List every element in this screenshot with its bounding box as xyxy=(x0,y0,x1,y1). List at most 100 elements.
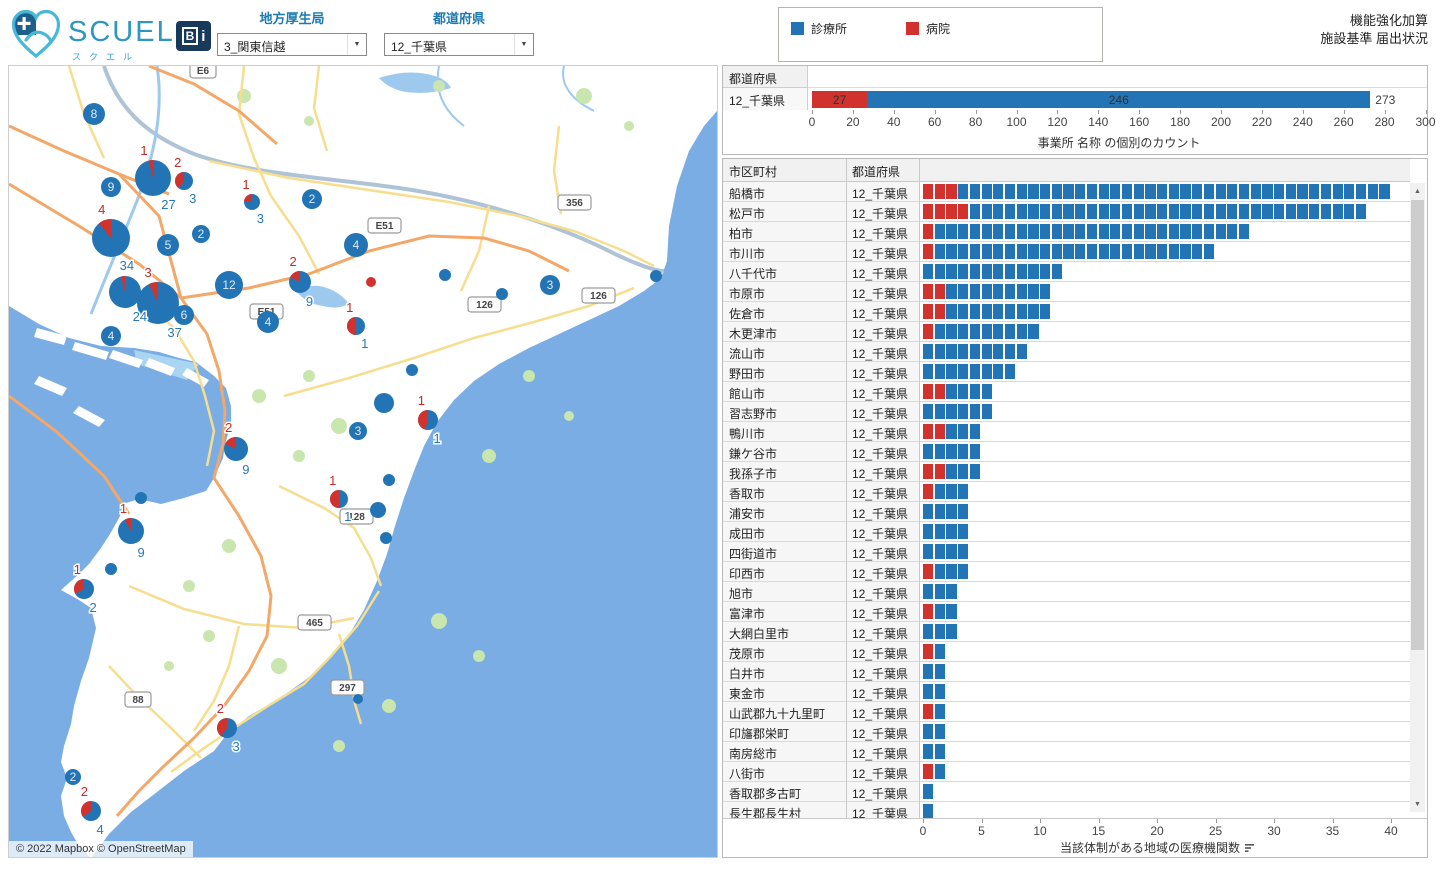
clinic-unit-bar[interactable] xyxy=(1309,184,1319,199)
municipality-name[interactable]: 八街市 xyxy=(723,762,846,781)
clinic-unit-bar[interactable] xyxy=(946,484,956,499)
clinic-unit-bar[interactable] xyxy=(935,724,945,739)
clinic-unit-bar[interactable] xyxy=(946,524,956,539)
clinic-bar-segment[interactable]: 246 xyxy=(867,91,1370,108)
clinic-unit-bar[interactable] xyxy=(970,424,980,439)
clinic-unit-bar[interactable] xyxy=(1251,204,1261,219)
clinic-unit-bar[interactable] xyxy=(923,364,933,379)
clinic-unit-bar[interactable] xyxy=(970,184,980,199)
clinic-unit-bar[interactable] xyxy=(1321,204,1331,219)
map-marker-pie[interactable] xyxy=(92,219,130,257)
clinic-unit-bar[interactable] xyxy=(923,524,933,539)
prefecture-name[interactable]: 12_千葉県 xyxy=(846,282,919,301)
table-row[interactable]: 船橋市12_千葉県 xyxy=(723,182,1410,202)
map-marker-pie[interactable] xyxy=(418,410,438,430)
clinic-unit-bar[interactable] xyxy=(1110,184,1120,199)
clinic-unit-bar[interactable] xyxy=(946,244,956,259)
clinic-unit-bar[interactable] xyxy=(958,184,968,199)
clinic-unit-bar[interactable] xyxy=(1063,224,1073,239)
clinic-unit-bar[interactable] xyxy=(1028,224,1038,239)
clinic-unit-bar[interactable] xyxy=(1040,304,1050,319)
prefecture-name[interactable]: 12_千葉県 xyxy=(846,762,919,781)
map-marker-pie[interactable] xyxy=(74,579,94,599)
clinic-unit-bar[interactable] xyxy=(958,244,968,259)
clinic-unit-bar[interactable] xyxy=(1216,184,1226,199)
clinic-unit-bar[interactable] xyxy=(1005,204,1015,219)
table-row[interactable]: 館山市12_千葉県 xyxy=(723,382,1410,402)
clinic-unit-bar[interactable] xyxy=(970,404,980,419)
clinic-unit-bar[interactable] xyxy=(1216,224,1226,239)
municipality-name[interactable]: 香取郡多古町 xyxy=(723,782,846,801)
clinic-unit-bar[interactable] xyxy=(935,364,945,379)
table-row[interactable]: 木更津市12_千葉県 xyxy=(723,322,1410,342)
clinic-unit-bar[interactable] xyxy=(935,624,945,639)
clinic-unit-bar[interactable] xyxy=(935,504,945,519)
clinic-unit-bar[interactable] xyxy=(1110,224,1120,239)
table-row[interactable]: 富津市12_千葉県 xyxy=(723,602,1410,622)
clinic-unit-bar[interactable] xyxy=(970,244,980,259)
clinic-unit-bar[interactable] xyxy=(1005,364,1015,379)
clinic-unit-bar[interactable] xyxy=(982,224,992,239)
clinic-unit-bar[interactable] xyxy=(993,224,1003,239)
clinic-unit-bar[interactable] xyxy=(982,364,992,379)
municipality-name[interactable]: 富津市 xyxy=(723,602,846,621)
map-marker-pie[interactable] xyxy=(217,718,237,738)
clinic-unit-bar[interactable] xyxy=(1297,184,1307,199)
table-row[interactable]: 茂原市12_千葉県 xyxy=(723,642,1410,662)
prefecture-name[interactable]: 12_千葉県 xyxy=(846,602,919,621)
prefecture-name[interactable]: 12_千葉県 xyxy=(846,682,919,701)
clinic-unit-bar[interactable] xyxy=(982,264,992,279)
hospital-unit-bar[interactable] xyxy=(935,384,945,399)
clinic-unit-bar[interactable] xyxy=(1192,224,1202,239)
municipality-name[interactable]: 館山市 xyxy=(723,382,846,401)
clinic-unit-bar[interactable] xyxy=(935,224,945,239)
prefecture-name[interactable]: 12_千葉県 xyxy=(846,202,919,221)
clinic-unit-bar[interactable] xyxy=(958,304,968,319)
clinic-unit-bar[interactable] xyxy=(1122,224,1132,239)
clinic-unit-bar[interactable] xyxy=(958,224,968,239)
clinic-unit-bar[interactable] xyxy=(1017,244,1027,259)
table-row[interactable]: 南房総市12_千葉県 xyxy=(723,742,1410,762)
clinic-unit-bar[interactable] xyxy=(970,324,980,339)
clinic-unit-bar[interactable] xyxy=(923,664,933,679)
clinic-unit-bar[interactable] xyxy=(935,604,945,619)
map-marker-pie[interactable] xyxy=(135,160,171,196)
map-marker-pie[interactable]: 12 xyxy=(215,271,243,299)
clinic-unit-bar[interactable] xyxy=(1052,184,1062,199)
clinic-unit-bar[interactable] xyxy=(982,404,992,419)
clinic-unit-bar[interactable] xyxy=(1169,204,1179,219)
clinic-unit-bar[interactable] xyxy=(1344,184,1354,199)
map-marker-pie[interactable] xyxy=(109,276,141,308)
clinic-unit-bar[interactable] xyxy=(1005,244,1015,259)
clinic-unit-bar[interactable] xyxy=(1204,244,1214,259)
map-marker-pie[interactable] xyxy=(330,490,348,508)
prefecture-name[interactable]: 12_千葉県 xyxy=(846,542,919,561)
clinic-unit-bar[interactable] xyxy=(1204,204,1214,219)
municipality-name[interactable]: 旭市 xyxy=(723,582,846,601)
clinic-unit-bar[interactable] xyxy=(1110,204,1120,219)
scroll-down-button[interactable]: ▼ xyxy=(1410,796,1425,812)
clinic-unit-bar[interactable] xyxy=(1028,324,1038,339)
clinic-unit-bar[interactable] xyxy=(1180,204,1190,219)
clinic-unit-bar[interactable] xyxy=(946,544,956,559)
clinic-unit-bar[interactable] xyxy=(1017,324,1027,339)
map-marker-pie[interactable]: 2 xyxy=(65,769,81,785)
clinic-unit-bar[interactable] xyxy=(958,444,968,459)
clinic-unit-bar[interactable] xyxy=(935,444,945,459)
municipality-name[interactable]: 成田市 xyxy=(723,522,846,541)
table-row[interactable]: 市川市12_千葉県 xyxy=(723,242,1410,262)
hospital-bar-segment[interactable]: 27 xyxy=(812,91,867,108)
clinic-unit-bar[interactable] xyxy=(1239,204,1249,219)
clinic-unit-bar[interactable] xyxy=(935,664,945,679)
map-marker-pie[interactable] xyxy=(374,393,394,413)
clinic-unit-bar[interactable] xyxy=(935,564,945,579)
map-marker-pie[interactable] xyxy=(370,502,386,518)
clinic-unit-bar[interactable] xyxy=(958,324,968,339)
clinic-unit-bar[interactable] xyxy=(970,264,980,279)
prefecture-name[interactable]: 12_千葉県 xyxy=(846,342,919,361)
clinic-unit-bar[interactable] xyxy=(1099,184,1109,199)
table-row[interactable]: 四街道市12_千葉県 xyxy=(723,542,1410,562)
municipality-name[interactable]: 茂原市 xyxy=(723,642,846,661)
hospital-unit-bar[interactable] xyxy=(923,604,933,619)
clinic-unit-bar[interactable] xyxy=(1333,184,1343,199)
